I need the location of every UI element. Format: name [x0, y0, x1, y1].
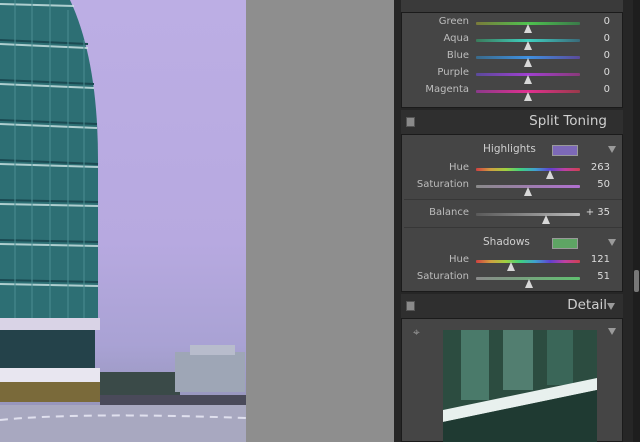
- canvas-gutter: [246, 0, 394, 442]
- balance-row: Balance + 35: [402, 206, 624, 224]
- hsl-slider[interactable]: [476, 90, 580, 101]
- scrollbar-thumb[interactable]: [634, 270, 639, 292]
- crosshair-icon[interactable]: ⌖: [413, 326, 425, 338]
- hsl-value[interactable]: 0: [604, 50, 610, 61]
- hsl-value[interactable]: 0: [604, 67, 610, 78]
- hsl-label: Purple: [437, 67, 469, 78]
- highlights-hue-slider[interactable]: [476, 168, 580, 179]
- tool-strip[interactable]: [401, 0, 623, 12]
- highlights-swatch[interactable]: [552, 145, 578, 156]
- shadows-swatch[interactable]: [552, 238, 578, 249]
- hsl-row-blue: Blue 0: [402, 49, 624, 67]
- highlights-label: Highlights: [483, 143, 536, 155]
- slider-thumb[interactable]: [524, 187, 532, 196]
- hsl-label: Blue: [446, 50, 469, 61]
- collapse-icon[interactable]: [607, 303, 615, 310]
- highlights-menu-icon[interactable]: [608, 146, 616, 153]
- detail-zoom-preview[interactable]: [443, 330, 597, 442]
- hsl-value[interactable]: 0: [604, 16, 610, 27]
- divider: [404, 227, 622, 228]
- develop-panel: Green 0 Aqua 0 Blue 0 Purple 0 Magenta 0 Split To…: [394, 0, 640, 442]
- shadows-hue-row: Hue 121: [402, 253, 624, 271]
- shadows-saturation-value[interactable]: 51: [597, 271, 610, 282]
- detail-title: Detail: [567, 297, 607, 313]
- highlights-hue-value[interactable]: 263: [591, 162, 610, 173]
- shadows-saturation-slider[interactable]: [476, 277, 580, 288]
- highlights-saturation-value[interactable]: 50: [597, 179, 610, 190]
- slider-thumb[interactable]: [541, 215, 550, 224]
- panel-toggle-icon[interactable]: [406, 117, 415, 127]
- split-toning-section: Highlights Hue 263 Saturation 50 Balance…: [401, 134, 623, 292]
- shadows-label: Shadows: [483, 236, 530, 248]
- hsl-label: Green: [438, 16, 469, 27]
- hsl-value[interactable]: 0: [604, 33, 610, 44]
- zoom-preview-image: [443, 330, 597, 442]
- panel-content: Green 0 Aqua 0 Blue 0 Purple 0 Magenta 0 Split To…: [401, 0, 623, 442]
- detail-header[interactable]: Detail: [401, 294, 623, 318]
- split-toning-title: Split Toning: [529, 113, 607, 129]
- balance-slider[interactable]: [476, 213, 580, 224]
- hsl-row-aqua: Aqua 0: [402, 32, 624, 50]
- hsl-slider[interactable]: [476, 73, 580, 84]
- shadows-hue-label: Hue: [448, 254, 469, 265]
- photo-preview: [0, 0, 246, 442]
- panel-toggle-icon[interactable]: [406, 301, 415, 311]
- split-toning-header[interactable]: Split Toning: [401, 110, 623, 134]
- hsl-slider[interactable]: [476, 56, 580, 67]
- panel-scrollbar[interactable]: [633, 0, 640, 442]
- shadows-menu-icon[interactable]: [608, 239, 616, 246]
- slider-thumb[interactable]: [524, 92, 532, 101]
- highlights-hue-row: Hue 263: [402, 161, 624, 179]
- shadows-saturation-label: Saturation: [416, 271, 469, 282]
- balance-label: Balance: [429, 207, 469, 218]
- hsl-label: Magenta: [425, 84, 469, 95]
- highlights-saturation-label: Saturation: [416, 179, 469, 190]
- highlights-hue-label: Hue: [448, 162, 469, 173]
- hsl-value[interactable]: 0: [604, 84, 610, 95]
- highlights-saturation-slider[interactable]: [476, 185, 580, 196]
- shadows-saturation-row: Saturation 51: [402, 270, 624, 288]
- hsl-slider[interactable]: [476, 22, 580, 33]
- balance-value[interactable]: + 35: [586, 207, 610, 218]
- hsl-slider[interactable]: [476, 39, 580, 50]
- hsl-label: Aqua: [443, 33, 469, 44]
- highlights-saturation-row: Saturation 50: [402, 178, 624, 196]
- slider-thumb[interactable]: [525, 279, 534, 288]
- hsl-section: Green 0 Aqua 0 Blue 0 Purple 0 Magenta 0: [401, 12, 623, 108]
- shadows-hue-slider[interactable]: [476, 260, 580, 271]
- hsl-row-green: Green 0: [402, 15, 624, 33]
- hsl-row-magenta: Magenta 0: [402, 83, 624, 101]
- hsl-row-purple: Purple 0: [402, 66, 624, 84]
- divider: [404, 199, 622, 200]
- shadows-hue-value[interactable]: 121: [591, 254, 610, 265]
- detail-menu-icon[interactable]: [608, 328, 616, 335]
- photo-building-image: [0, 0, 246, 442]
